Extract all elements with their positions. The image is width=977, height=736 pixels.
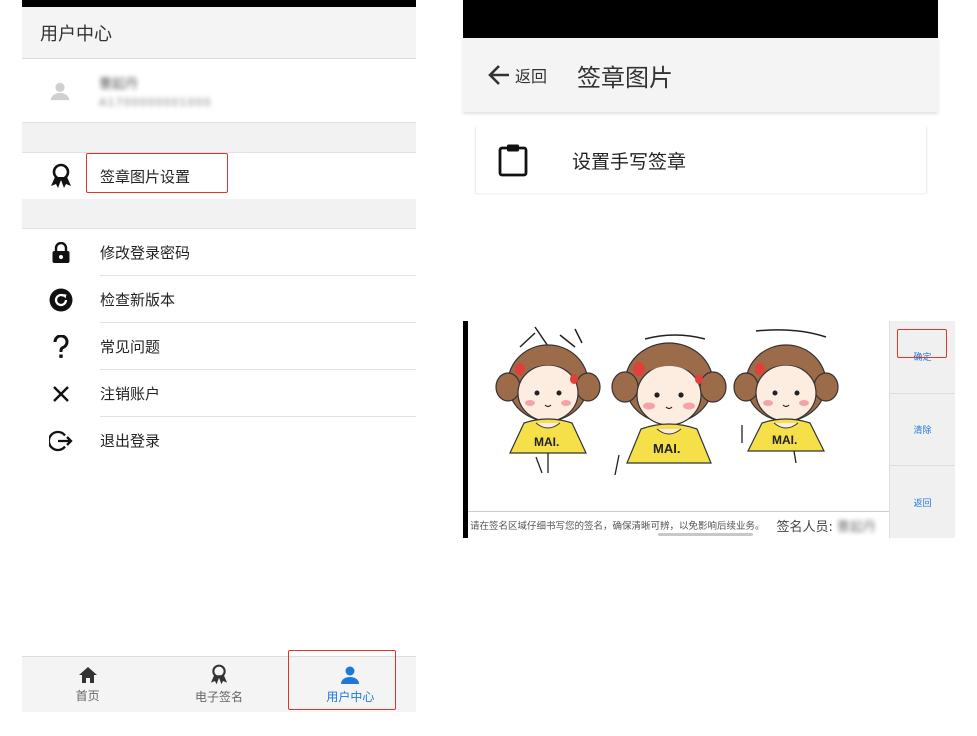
status-bar: [22, 0, 416, 7]
section-divider: [22, 123, 416, 153]
back-label: 返回: [515, 67, 548, 86]
user-id: A1700000001000: [99, 95, 212, 109]
tab-e-signature[interactable]: 电子签名: [153, 657, 284, 712]
user-center-screen: 用户中心 曹起丹 A1700000001000 签章图片设置 修改登录密码 检查…: [22, 0, 416, 712]
tab-label: 电子签名: [194, 690, 243, 704]
home-icon: [78, 666, 97, 683]
shirt-text: MAI.: [534, 435, 559, 449]
lock-icon: [52, 241, 70, 263]
menu-item-logout[interactable]: 退出登录: [22, 417, 416, 464]
page-title: 用户中心: [22, 7, 416, 59]
ribbon-badge-icon: [210, 664, 228, 685]
menu-item-label: 设置手写签章: [572, 150, 687, 173]
menu-item-faq[interactable]: 常见问题: [22, 323, 416, 370]
arrow-left-icon: [488, 65, 509, 85]
clear-label: 清除: [913, 426, 932, 436]
shirt-text: MAI.: [772, 433, 797, 447]
signature-actions: 确定 清除 返回: [889, 321, 955, 538]
menu-item-label: 常见问题: [100, 323, 416, 370]
tab-home[interactable]: 首页: [22, 657, 153, 712]
menu-item-label: 修改登录密码: [100, 229, 416, 276]
shirt-text: MAI.: [653, 441, 680, 456]
back-button[interactable]: 返回: [487, 63, 547, 87]
page-title: 签章图片: [577, 63, 674, 92]
signature-drawing: MAI.: [733, 329, 839, 464]
back-label: 返回: [913, 498, 932, 509]
section-divider: [22, 199, 416, 229]
menu-item-cancel-account[interactable]: 注销账户: [22, 370, 416, 417]
hint-text: 请在签名区域仔细书写您的签名，确保清晰可辨，以免影响后续业务。: [470, 521, 765, 532]
close-icon: [53, 385, 69, 402]
logout-icon: [49, 430, 73, 451]
status-bar: [463, 0, 938, 38]
menu-item-change-password[interactable]: 修改登录密码: [22, 229, 416, 276]
refresh-icon: [49, 288, 73, 311]
signer-label: 签名人员:: [776, 519, 833, 535]
avatar-icon: [50, 82, 70, 100]
tab-user-center[interactable]: 用户中心: [285, 650, 416, 712]
user-profile-row[interactable]: 曹起丹 A1700000001000: [22, 59, 416, 123]
signer-name: 曹起丹: [836, 519, 876, 535]
signature-drawing: MAI.: [495, 326, 601, 474]
highlight-box: [287, 650, 396, 710]
user-name: 曹起丹: [99, 76, 139, 92]
menu-item-label: 退出登录: [100, 432, 161, 450]
signature-canvas[interactable]: MAI. MAI. MAI. 请在签名区域仔细书写您的签名，确保清晰可辨，以免影…: [463, 321, 889, 538]
tab-label: 首页: [75, 688, 100, 703]
confirm-button[interactable]: 确定: [890, 321, 955, 394]
menu-item-label: 注销账户: [100, 370, 416, 417]
menu-item-label: 检查新版本: [100, 276, 416, 323]
set-handwritten-seal-item[interactable]: 设置手写签章: [475, 127, 927, 193]
menu-item-check-version[interactable]: 检查新版本: [22, 276, 416, 323]
home-indicator: [658, 533, 753, 536]
menu-item-seal-settings[interactable]: 签章图片设置: [22, 153, 416, 199]
signature-pad-screen: MAI. MAI. MAI. 请在签名区域仔细书写您的签名，确保清晰可辨，以免影…: [463, 321, 955, 538]
clipboard-icon: [498, 144, 528, 177]
ribbon-badge-icon: [51, 163, 71, 188]
seal-image-screen: 返回 签章图片 设置手写签章: [463, 0, 938, 195]
bottom-tab-bar: 首页 电子签名 用户中心: [22, 650, 416, 712]
question-icon: [53, 334, 69, 358]
clear-button[interactable]: 清除: [890, 394, 955, 467]
back-button[interactable]: 返回: [890, 466, 955, 538]
signature-drawing: MAI.: [611, 334, 727, 475]
highlight-box: [86, 153, 228, 193]
nav-bar: 返回 签章图片: [463, 38, 938, 112]
highlight-box: [897, 329, 947, 358]
